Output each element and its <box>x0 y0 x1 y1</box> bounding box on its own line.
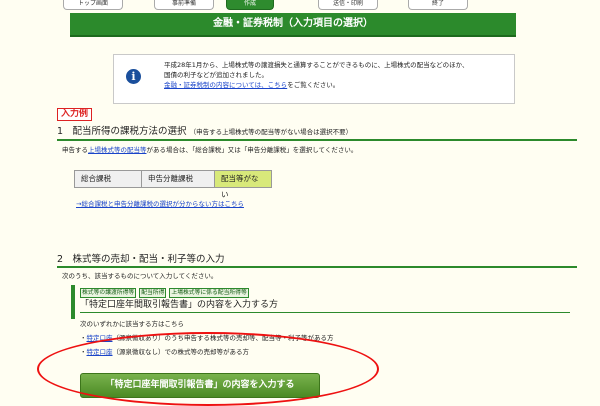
step-navigation: トップ画面 事前準備 作成 送信・印刷 終了 <box>0 0 600 10</box>
desc-suffix: がある場合は、「総合課税」又は「申告分離課税」を選択してください。 <box>146 146 358 154</box>
section-2-heading: 2 株式等の売却・配当・利子等の入力 <box>57 253 577 268</box>
nav-tab-top[interactable]: トップ画面 <box>63 0 123 10</box>
section-2-title: 2 株式等の売却・配当・利子等の入力 <box>57 254 225 265</box>
nav-tab-end[interactable]: 終了 <box>408 0 468 10</box>
section-1-description: 申告する上場株式等の配当等がある場合は、「総合課税」又は「申告分離課税」を選択し… <box>62 146 357 155</box>
desc-prefix: 申告する <box>62 146 88 154</box>
applies-text: 次のいずれかに該当する方はこちら <box>80 320 184 328</box>
example-label: 入力例 <box>57 108 93 121</box>
section-1-title: 1 配当所得の課税方法の選択 <box>57 126 187 137</box>
info-line-3: 金融・証券税制の内容については、こちらをご覧ください。 <box>164 80 468 90</box>
nav-tab-preparation[interactable]: 事前準備 <box>154 0 214 10</box>
nav-tab-send-print[interactable]: 送信・印刷 <box>318 0 378 10</box>
section-1-heading: 1 配当所得の課税方法の選択 （申告する上場株式等の配当等がない場合は選択不要） <box>57 125 577 141</box>
section-2-description: 次のうち、該当するものについて入力してください。 <box>62 272 218 280</box>
page-title: 金融・証券税制（入力項目の選択） <box>70 13 516 37</box>
tag-stock-transfer: 株式等の譲渡所得等 <box>80 288 137 298</box>
category-tags: 株式等の譲渡所得等 配当所得 上場株式等に係る配当所得等 <box>80 288 249 298</box>
tag-listed-stock-dividend: 上場株式等に係る配当所得等 <box>169 288 249 298</box>
nav-tab-create[interactable]: 作成 <box>226 0 274 10</box>
info-line-1: 平成28年1月から、上場株式等の譲渡損失と通算することができるものに、上場株式の… <box>164 61 469 69</box>
tax-info-link[interactable]: 金融・証券税制の内容については、こちら <box>164 81 287 89</box>
info-line-2: 国債の利子などが追加されました。 <box>164 71 268 79</box>
info-line-3-suffix: をご覧ください。 <box>287 81 340 89</box>
taxation-method-selector: 総合課税 申告分離課税 配当等がない <box>74 170 272 199</box>
info-box: i 平成28年1月から、上場株式等の譲渡損失と通算することができるものに、上場株… <box>113 54 515 104</box>
option-separate-taxation[interactable]: 申告分離課税 <box>142 171 215 187</box>
section-1-note: （申告する上場株式等の配当等がない場合は選択不要） <box>189 128 353 136</box>
tag-dividend-income: 配当所得 <box>139 288 167 298</box>
info-text: 平成28年1月から、上場株式等の譲渡損失と通算することができるものに、上場株式の… <box>164 60 468 90</box>
dividend-link[interactable]: 上場株式等の配当等 <box>88 146 147 154</box>
option-comprehensive-taxation[interactable]: 総合課税 <box>75 171 142 187</box>
option-no-dividends[interactable]: 配当等がない <box>215 171 271 199</box>
taxation-help-link[interactable]: →総合課税と申告分離課税の選択が分からない方はこちら <box>76 200 244 209</box>
specified-account-subtitle: 「特定口座年間取引報告書」の内容を入力する方 <box>80 299 570 313</box>
highlight-ellipse <box>37 332 379 406</box>
section-2-stripe <box>71 285 75 319</box>
info-icon: i <box>126 69 141 84</box>
